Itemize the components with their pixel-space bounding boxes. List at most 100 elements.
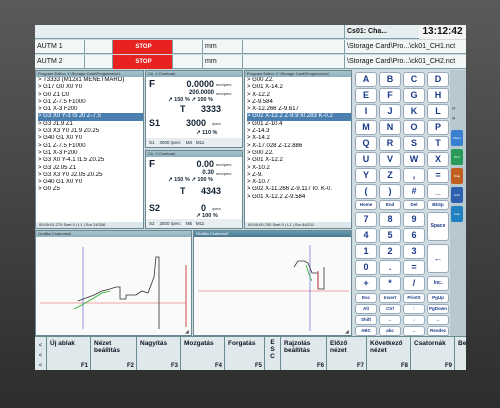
key-num[interactable]: 9	[403, 212, 425, 227]
key-symbol[interactable]: (	[355, 184, 377, 199]
code-line[interactable]: > G01 X-12.2 Z-9.584	[247, 194, 351, 201]
function-key-f10[interactable]: BezárF10	[455, 337, 466, 370]
code-line[interactable]: > Z-9.	[247, 172, 351, 179]
code-line[interactable]: > G3 X3 Y0 J2.05 Z0.25	[38, 172, 143, 179]
code-line[interactable]: > G02 X-12.2 Z-9.9 I0.283 K-0.2	[247, 113, 351, 121]
key-num[interactable]: ←	[427, 244, 449, 273]
nav-arrows[interactable]: < < <	[35, 337, 47, 370]
scroll-down-icon[interactable]: »	[452, 116, 455, 122]
key-u[interactable]: U	[355, 152, 377, 167]
key-end[interactable]: End	[379, 200, 401, 210]
key-e[interactable]: E	[355, 88, 377, 103]
key-r[interactable]: R	[379, 136, 401, 151]
key-pgup[interactable]: PgUp	[427, 293, 449, 303]
key-num[interactable]: 3	[403, 244, 425, 259]
key-b[interactable]: B	[379, 72, 401, 87]
key-c[interactable]: C	[403, 72, 425, 87]
key-x[interactable]: X	[427, 152, 449, 167]
key-rendez[interactable]: Rendez	[427, 326, 449, 336]
scroll-up-icon[interactable]: «	[452, 106, 455, 112]
code-line[interactable]: > G40 G1 X0 Y0	[38, 179, 143, 186]
key-arrow[interactable]: ↑	[403, 304, 425, 314]
key-num[interactable]: Space	[427, 212, 449, 241]
key-a[interactable]: A	[355, 72, 377, 87]
code-line[interactable]: > G1 Z-7.5 F1000	[38, 143, 143, 150]
key-symbol[interactable]: #	[403, 184, 425, 199]
key-del[interactable]: Del	[403, 200, 425, 210]
code-line[interactable]: > X-12.266 Z-9.617	[247, 106, 351, 113]
code-line[interactable]: > T3333 (M12x1 MENETMARO)	[38, 77, 143, 84]
code-line[interactable]: > G1 X-3 F200	[38, 106, 143, 113]
code-line[interactable]: > X-10.7	[247, 179, 351, 186]
code-line[interactable]: > Z-9.584	[247, 99, 351, 106]
key-num[interactable]: 5	[379, 228, 401, 243]
key-h[interactable]: H	[427, 88, 449, 103]
key-m[interactable]: M	[355, 120, 377, 135]
graphics-view-1[interactable]: Grafika CsatornaA ◢	[35, 230, 192, 336]
key-num[interactable]: /	[403, 276, 425, 291]
key-num[interactable]: =	[403, 260, 425, 275]
key-prints[interactable]: PrintS	[403, 293, 425, 303]
code-line[interactable]: > G01 Z-10.4	[247, 121, 351, 128]
key-arrow[interactable]: →	[427, 315, 449, 325]
code-line[interactable]: > G0 Z1 C0	[38, 92, 143, 99]
code-line[interactable]: > G01 X-12.2	[247, 157, 351, 164]
key-num[interactable]: +	[355, 276, 377, 291]
key-y[interactable]: Y	[355, 168, 377, 183]
function-key-f9[interactable]: Csatornák F9	[411, 337, 455, 370]
side-button-auto[interactable]: Auto	[451, 206, 463, 222]
code-line[interactable]: > G0 Z5	[38, 186, 143, 193]
key-num[interactable]: Inc.	[427, 276, 449, 291]
function-key-f4[interactable]: Mozgatás F4	[181, 337, 225, 370]
key-num[interactable]: 8	[379, 212, 401, 227]
code-line[interactable]: > G1 Z-7.5 F1000	[38, 99, 143, 106]
code-line[interactable]: > X-10.2	[247, 165, 351, 172]
code-line[interactable]: > G3 X3 Y0 J1.9 Z0.25	[38, 128, 143, 135]
key-bksp[interactable]: BkSp	[427, 200, 449, 210]
key-g[interactable]: G	[403, 88, 425, 103]
key-num[interactable]: 4	[355, 228, 377, 243]
code-line[interactable]: > G01 X-14.2	[247, 84, 351, 91]
key-k[interactable]: K	[403, 104, 425, 119]
function-key-f6[interactable]: Rajzolás beállítás F6	[281, 337, 327, 370]
key-arrow[interactable]: ↓	[403, 315, 425, 325]
code-line[interactable]: > G3 X0 Y-4.1 I1.5 Z0.25	[38, 157, 143, 164]
stop-status[interactable]: STOP	[113, 40, 173, 54]
key-alt[interactable]: Alt	[355, 304, 377, 314]
key-s[interactable]: S	[403, 136, 425, 151]
function-key-f3[interactable]: Nagyítás F3	[137, 337, 181, 370]
function-key-f1[interactable]: Új ablak F1	[47, 337, 91, 370]
function-key-f7[interactable]: Előző nézet F7	[327, 337, 367, 370]
key-n[interactable]: N	[379, 120, 401, 135]
key-i[interactable]: I	[355, 104, 377, 119]
key-num[interactable]: 1	[355, 244, 377, 259]
code-line[interactable]: > G00 Z2.	[247, 77, 351, 84]
key-p[interactable]: P	[427, 120, 449, 135]
code-list[interactable]: > G00 Z2. > G01 X-14.2 > X-12.2 > Z-9.584 > …	[245, 77, 351, 201]
key-f[interactable]: F	[379, 88, 401, 103]
code-line[interactable]: > G3 X0 Y-3 I3 J0 Z-7.5	[38, 113, 143, 121]
key-o[interactable]: O	[403, 120, 425, 135]
key-abc[interactable]: ABC	[355, 326, 377, 336]
key-num[interactable]: 2	[379, 244, 401, 259]
key-abc[interactable]: abc	[379, 326, 401, 336]
code-line[interactable]: > G40 G1 X0 Y0	[38, 135, 143, 142]
code-list[interactable]: > T3333 (M12x1 MENETMARO) > G17 G0 X0 Y0 >…	[36, 77, 143, 194]
key-num[interactable]: .	[379, 260, 401, 275]
key-esc[interactable]: Esc	[355, 293, 377, 303]
key-t[interactable]: T	[427, 136, 449, 151]
program-editor-2[interactable]: Program Editor: 2 \Storage Card\Programs…	[244, 70, 352, 229]
side-button-menu[interactable]: Menu	[451, 130, 463, 146]
key-w[interactable]: W	[403, 152, 425, 167]
key-symbol[interactable]: =	[427, 168, 449, 183]
key-ctrl[interactable]: Ctrl	[379, 304, 401, 314]
key-num[interactable]: *	[379, 276, 401, 291]
stop-status[interactable]: STOP	[113, 55, 173, 69]
code-line[interactable]: > G1 X-3 F200	[38, 150, 143, 157]
function-key-f2[interactable]: Nézet beállítás F2	[91, 337, 137, 370]
key-shift[interactable]: Shift	[355, 315, 377, 325]
code-line[interactable]: > G3 J2.05 Z1	[38, 165, 143, 172]
graphics-view-2[interactable]: Grafika Csatorna2 ◢	[193, 230, 352, 336]
function-key-f5[interactable]: Forgatás F5	[225, 337, 265, 370]
side-button-diag[interactable]: Diag	[451, 168, 463, 184]
